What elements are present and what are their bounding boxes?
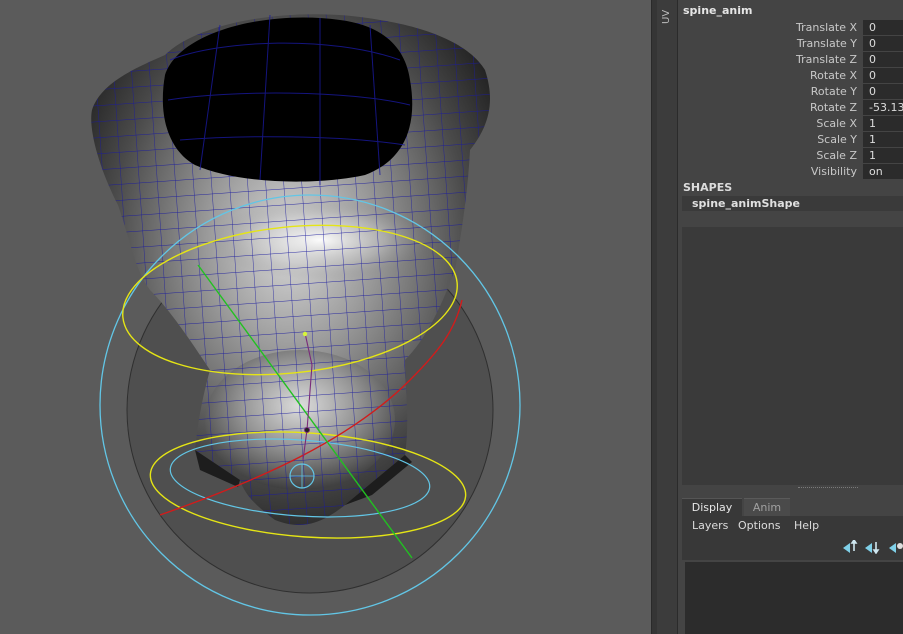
- layer-editor-tabs: Display Anim: [682, 498, 903, 516]
- attr-label: Scale Y: [817, 133, 857, 146]
- layer-icon-group: [842, 540, 903, 556]
- attr-label: Scale X: [816, 117, 857, 130]
- attr-label: Translate X: [796, 21, 857, 34]
- channel-box: spine_anim Translate X 0 Translate Y 0 T…: [678, 0, 903, 634]
- attr-label: Rotate Y: [810, 85, 857, 98]
- layer-menubar: Layers Options Help: [682, 516, 903, 560]
- attr-value-field[interactable]: 0: [863, 36, 903, 51]
- node-name[interactable]: spine_anim: [683, 4, 752, 17]
- menu-layers[interactable]: Layers: [692, 519, 728, 532]
- attr-label: Translate Y: [796, 37, 857, 50]
- attr-value-field[interactable]: 0: [863, 68, 903, 83]
- attr-value-field[interactable]: on: [863, 164, 903, 179]
- attr-row-rotate-x[interactable]: Rotate X 0: [678, 68, 903, 84]
- 3d-viewport[interactable]: [0, 0, 651, 634]
- layer-list[interactable]: [685, 562, 903, 634]
- attr-value-field[interactable]: 0: [863, 84, 903, 99]
- viewport-scene: [91, 14, 521, 616]
- attr-label: Translate Z: [796, 53, 857, 66]
- menu-help[interactable]: Help: [794, 519, 819, 532]
- attr-row-visibility[interactable]: Visibility on: [678, 164, 903, 180]
- uv-tab-label: UV E: [661, 9, 688, 24]
- maya-window: UV E spine_anim Translate X 0 Translate …: [0, 0, 903, 634]
- attr-row-rotate-y[interactable]: Rotate Y 0: [678, 84, 903, 100]
- attr-value-field[interactable]: 0: [863, 52, 903, 67]
- menu-options[interactable]: Options: [738, 519, 780, 532]
- inputs-panel[interactable]: [682, 227, 903, 485]
- attr-label: Rotate Z: [809, 101, 857, 114]
- attr-label: Visibility: [810, 165, 857, 178]
- attr-row-translate-x[interactable]: Translate X 0: [678, 20, 903, 36]
- panel-splitter-handle[interactable]: [798, 487, 858, 491]
- attr-value-field[interactable]: -53.13: [863, 100, 903, 115]
- attr-row-scale-y[interactable]: Scale Y 1: [678, 132, 903, 148]
- new-layer-icon[interactable]: [888, 540, 903, 554]
- attr-value-field[interactable]: 1: [863, 132, 903, 147]
- attr-row-translate-y[interactable]: Translate Y 0: [678, 36, 903, 52]
- attr-row-scale-x[interactable]: Scale X 1: [678, 116, 903, 132]
- attr-label: Scale Z: [816, 149, 857, 162]
- attr-label: Rotate X: [809, 69, 857, 82]
- shape-node-name: spine_animShape: [692, 197, 800, 210]
- move-layer-down-icon[interactable]: [864, 540, 880, 554]
- attr-value-field[interactable]: 1: [863, 148, 903, 163]
- attr-row-scale-z[interactable]: Scale Z 1: [678, 148, 903, 164]
- tab-display[interactable]: Display: [682, 498, 742, 516]
- shape-node-row[interactable]: spine_animShape: [682, 196, 903, 211]
- attr-value-field[interactable]: 1: [863, 116, 903, 131]
- attr-row-translate-z[interactable]: Translate Z 0: [678, 52, 903, 68]
- tab-anim[interactable]: Anim: [744, 498, 790, 516]
- move-layer-up-icon[interactable]: [842, 540, 858, 554]
- shapes-section-header: SHAPES: [683, 181, 733, 194]
- attr-row-rotate-z[interactable]: Rotate Z -53.13: [678, 100, 903, 116]
- attr-value-field[interactable]: 0: [863, 20, 903, 35]
- uv-editor-tab[interactable]: UV E: [657, 0, 688, 634]
